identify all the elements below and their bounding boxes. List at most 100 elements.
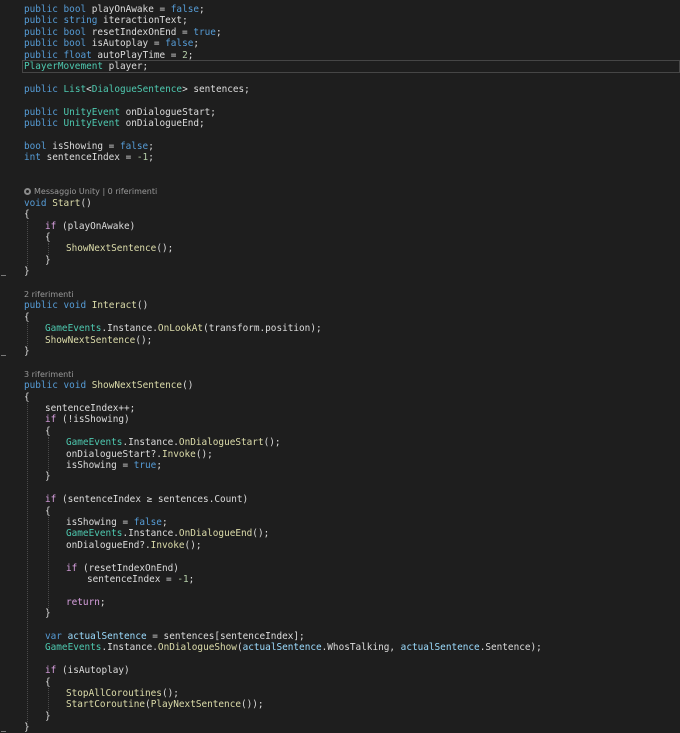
- code-text: GameEvents.Instance.OnLookAt(transform.p…: [45, 323, 322, 334]
- codelens-label[interactable]: Messaggio Unity | 0 riferimenti: [34, 187, 157, 196]
- codelens-line[interactable]: Messaggio Unity | 0 riferimenti: [0, 186, 680, 197]
- code-line: sentenceIndex++;: [0, 403, 680, 414]
- code-line: StopAllCoroutines();: [0, 688, 680, 699]
- codelens-label[interactable]: 2 riferimenti: [24, 290, 74, 299]
- code-token: ();: [161, 688, 179, 699]
- code-token: ();: [156, 243, 174, 255]
- code-token: ;: [199, 4, 205, 15]
- code-line: bool isShowing = false;: [0, 141, 680, 152]
- code-token: isShowing =: [66, 460, 134, 471]
- code-token: (resetIndexOnEnd): [77, 562, 179, 574]
- code-line: var actualSentence = sentences[sentenceI…: [0, 631, 680, 642]
- code-line: }: [0, 711, 680, 722]
- codelens-text: Messaggio Unity | 0 riferimenti: [24, 186, 157, 197]
- code-line: int sentenceIndex = -1;: [0, 152, 680, 163]
- codelens-line[interactable]: 3 riferimenti: [0, 369, 680, 380]
- code-token: public: [24, 49, 58, 61]
- code-text: var actualSentence = sentences[sentenceI…: [45, 631, 305, 642]
- indent-guide: [27, 220, 28, 267]
- code-token: Instance: [128, 437, 174, 449]
- code-token: GameEvents: [45, 642, 102, 654]
- code-line: public string iteractionText;: [0, 15, 680, 26]
- code-token: UnityEvent: [63, 106, 120, 118]
- code-token: public: [24, 106, 58, 118]
- code-line: }: [0, 266, 680, 277]
- indent-guide: [48, 243, 49, 255]
- code-line: }: [0, 722, 680, 733]
- code-text: if (playOnAwake): [45, 221, 135, 232]
- indent-guide: [48, 517, 49, 609]
- code-line: {: [0, 312, 680, 323]
- code-text: void Start(): [24, 198, 92, 209]
- code-token: (playOnAwake): [56, 220, 136, 232]
- code-token: ;: [156, 460, 162, 471]
- code-token: onDialogueEnd;: [119, 118, 205, 129]
- code-token: ();: [184, 539, 202, 551]
- code-token: bool: [63, 4, 87, 15]
- code-token: void: [24, 197, 47, 209]
- code-text: onDialogueEnd?.Invoke();: [66, 540, 201, 551]
- code-text: sentenceIndex++;: [45, 403, 135, 414]
- codelens-text: 2 riferimenti: [24, 289, 74, 300]
- code-token: autoPlayTime =: [91, 49, 183, 61]
- code-text: public string iteractionText;: [24, 15, 188, 26]
- code-token: playOnAwake =: [86, 4, 171, 15]
- code-token: ();: [263, 437, 281, 449]
- code-text: }: [45, 711, 51, 722]
- code-token: false: [133, 517, 162, 528]
- code-text: GameEvents.Instance.OnDialogueShow(actua…: [45, 642, 542, 653]
- code-line: public bool isAutoplay = false;: [0, 38, 680, 49]
- code-token: isShowing =: [46, 140, 120, 152]
- code-line: }: [0, 346, 680, 357]
- code-token: int: [24, 152, 41, 164]
- code-text: PlayerMovement player;: [24, 61, 148, 72]
- code-line: ShowNextSentence();: [0, 335, 680, 346]
- code-token: List: [63, 83, 87, 95]
- indent-guide: [27, 323, 28, 346]
- codelens-line[interactable]: 2 riferimenti: [0, 289, 680, 300]
- code-text: }: [24, 266, 30, 277]
- code-token: GameEvents: [66, 528, 123, 540]
- code-token: ;: [215, 26, 222, 38]
- code-token: ShowNextSentence: [91, 380, 183, 392]
- code-text: }: [45, 608, 51, 619]
- code-token: false: [119, 140, 149, 152]
- code-text: {: [24, 209, 30, 220]
- code-token: {: [45, 425, 51, 437]
- code-token: if: [45, 494, 57, 506]
- code-text: sentenceIndex = -1;: [87, 574, 194, 585]
- code-token: true: [193, 26, 216, 38]
- code-token: resetIndexOnEnd =: [86, 26, 194, 38]
- code-token: }: [45, 608, 51, 620]
- code-line: {: [0, 426, 680, 437]
- code-token: public: [24, 15, 58, 27]
- code-token: GameEvents: [66, 437, 123, 449]
- code-token: ;: [99, 596, 106, 608]
- code-editor[interactable]: public bool playOnAwake = false; public s…: [0, 0, 680, 733]
- code-text: {: [24, 392, 30, 403]
- code-token: public: [24, 380, 58, 392]
- code-text: bool isShowing = false;: [24, 141, 154, 152]
- code-text: isShowing = false;: [66, 517, 168, 528]
- codelens-label[interactable]: 3 riferimenti: [24, 370, 74, 379]
- code-token: if: [45, 220, 57, 232]
- code-token: bool: [63, 38, 87, 50]
- code-token: {: [45, 232, 51, 243]
- code-token: bool: [24, 140, 47, 152]
- code-token: ;: [188, 574, 195, 585]
- code-token: Invoke: [161, 448, 196, 460]
- code-token: Instance: [107, 642, 153, 654]
- code-text: onDialogueStart?.Invoke();: [66, 449, 213, 460]
- code-token: }: [24, 266, 30, 278]
- code-token: onDialogueStart?.: [66, 448, 162, 460]
- code-token: ();: [252, 528, 270, 540]
- code-text: if (isAutoplay): [45, 665, 130, 676]
- code-token: {: [24, 391, 30, 403]
- code-line: if (sentenceIndex ≥ sentences.Count): [0, 494, 680, 505]
- code-token: if: [66, 562, 78, 574]
- code-line: }: [0, 255, 680, 266]
- code-token: > sentences;: [182, 83, 250, 95]
